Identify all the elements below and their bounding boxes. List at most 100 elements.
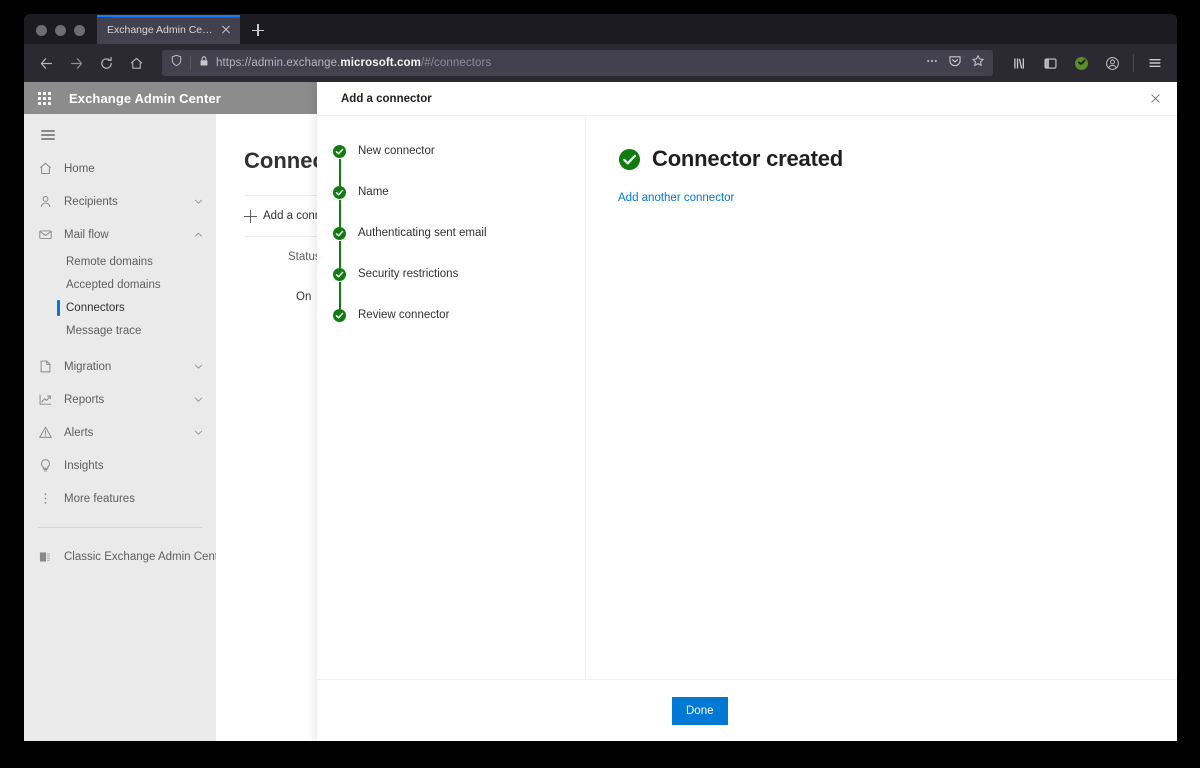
step-complete-check-icon (333, 186, 346, 227)
page-actions-icon[interactable] (925, 54, 939, 73)
migration-icon (36, 358, 54, 376)
page-viewport: Exchange Admin Center Home Recipients Ma… (24, 82, 1177, 741)
back-icon[interactable] (32, 49, 60, 77)
done-button[interactable]: Done (672, 696, 728, 725)
url-domain: microsoft.com (340, 57, 421, 69)
sidebar-item-alerts[interactable]: Alerts (24, 416, 216, 449)
url-security-icons (168, 54, 210, 72)
app-launcher-waffle-icon[interactable] (29, 83, 59, 113)
shield-icon[interactable] (170, 54, 183, 72)
chevron-up-icon[interactable] (188, 225, 208, 245)
mail-icon (36, 226, 54, 244)
sidebar-item-label: Alerts (64, 426, 94, 439)
sidebar-subitem-connectors[interactable]: Connectors (24, 297, 216, 319)
cell-status: On (296, 291, 312, 303)
sidebar-item-label: Home (64, 162, 95, 175)
url-prefix: https://admin.exchange. (216, 57, 341, 69)
extension-status-icon[interactable] (1067, 49, 1095, 77)
sidebar-toggle-icon[interactable] (1036, 49, 1064, 77)
sidebar-item-migration[interactable]: Migration (24, 350, 216, 383)
sidebar-divider (38, 527, 202, 528)
step-complete-check-icon (333, 145, 346, 186)
step-complete-check-icon (333, 268, 346, 309)
url-text: https://admin.exchange.microsoft.com/#/c… (216, 57, 919, 69)
chevron-down-icon[interactable] (188, 192, 208, 212)
sidebar-item-label: More features (64, 492, 135, 505)
wizard-step[interactable]: Security restrictions (333, 267, 585, 309)
reload-icon[interactable] (92, 49, 120, 77)
wizard-step-label: Security restrictions (358, 268, 459, 280)
reports-icon (36, 391, 54, 409)
wizard-step[interactable]: Review connector (333, 308, 585, 349)
window-traffic-lights (24, 25, 97, 44)
step-complete-check-icon (333, 227, 346, 268)
browser-tab-title: Exchange Admin Center (107, 23, 218, 36)
dialog-footer: Done (317, 679, 1177, 741)
wizard-step-label: New connector (358, 145, 435, 157)
sidebar-item-classic-eac[interactable]: Classic Exchange Admin Center (24, 540, 228, 573)
sidebar-item-home[interactable]: Home (24, 152, 216, 185)
person-icon (36, 193, 54, 211)
wizard-step[interactable]: Name (333, 185, 585, 227)
tab-close-icon[interactable] (218, 22, 234, 38)
app-title: Exchange Admin Center (69, 90, 221, 106)
forward-icon[interactable] (62, 49, 90, 77)
library-icon[interactable] (1005, 49, 1033, 77)
lock-icon[interactable] (198, 54, 210, 72)
sidebar-subitem-label: Remote domains (66, 256, 153, 268)
add-another-connector-link[interactable]: Add another connector (618, 192, 734, 204)
browser-tab-active[interactable]: Exchange Admin Center (97, 15, 240, 44)
sidebar-item-label: Mail flow (64, 228, 109, 241)
result-heading: Connector created (618, 146, 1177, 172)
add-connector-dialog: Add a connector New connector Name Authe… (317, 82, 1177, 741)
sidebar-subitem-label: Accepted domains (66, 279, 161, 291)
url-bar[interactable]: https://admin.exchange.microsoft.com/#/c… (162, 50, 993, 76)
wizard-step-label: Name (358, 186, 389, 198)
bookmark-star-icon[interactable] (971, 54, 985, 73)
url-actions (925, 54, 987, 73)
app-menu-icon[interactable] (1141, 49, 1169, 77)
browser-toolbar-actions (1005, 49, 1169, 77)
plus-icon (244, 209, 257, 223)
wizard-step[interactable]: New connector (333, 144, 585, 186)
window-minimize-button[interactable] (55, 25, 66, 36)
sidebar-subitem-message-trace[interactable]: Message trace (24, 320, 216, 342)
window-close-button[interactable] (36, 25, 47, 36)
wizard-steps: New connector Name Authenticating sent e… (317, 116, 586, 679)
sidebar-item-label: Insights (64, 459, 104, 472)
close-icon[interactable] (1133, 82, 1177, 116)
sidebar-item-label: Reports (64, 393, 105, 406)
sidebar-item-label: Classic Exchange Admin Center (64, 550, 229, 563)
sidebar-item-reports[interactable]: Reports (24, 383, 216, 416)
result-title: Connector created (652, 146, 843, 171)
pocket-icon[interactable] (948, 54, 962, 73)
window-maximize-button[interactable] (74, 25, 85, 36)
nav-collapse-icon[interactable] (28, 118, 68, 152)
new-tab-icon[interactable] (244, 16, 272, 44)
sidebar-subitem-accepted-domains[interactable]: Accepted domains (24, 274, 216, 296)
url-path: /#/connectors (420, 57, 492, 69)
account-icon[interactable] (1098, 49, 1126, 77)
column-header-status: Status (288, 251, 321, 263)
chevron-down-icon[interactable] (188, 357, 208, 377)
dialog-title: Add a connector (341, 92, 432, 105)
sidebar-subitem-remote-domains[interactable]: Remote domains (24, 251, 216, 273)
chevron-down-icon[interactable] (188, 423, 208, 443)
browser-nav-bar: https://admin.exchange.microsoft.com/#/c… (24, 44, 1177, 82)
sidebar-item-insights[interactable]: Insights (24, 449, 216, 482)
sidebar-item-recipients[interactable]: Recipients (24, 185, 216, 218)
sidebar-subitem-label: Message trace (66, 325, 142, 337)
sidebar-item-label: Recipients (64, 195, 118, 208)
dialog-header: Add a connector (317, 82, 1177, 116)
result-pane: Connector created Add another connector (586, 116, 1177, 679)
wizard-step[interactable]: Authenticating sent email (333, 226, 585, 268)
success-check-icon (618, 148, 641, 171)
sidebar-item-mail-flow[interactable]: Mail flow (24, 218, 216, 251)
sidebar-item-label: Migration (64, 360, 112, 373)
browser-tab-strip: Exchange Admin Center (24, 14, 1177, 44)
chevron-down-icon[interactable] (188, 390, 208, 410)
sidebar-item-more-features[interactable]: More features (24, 482, 216, 515)
wizard-step-label: Authenticating sent email (358, 227, 487, 239)
home-icon[interactable] (122, 49, 150, 77)
dialog-body: New connector Name Authenticating sent e… (317, 116, 1177, 679)
